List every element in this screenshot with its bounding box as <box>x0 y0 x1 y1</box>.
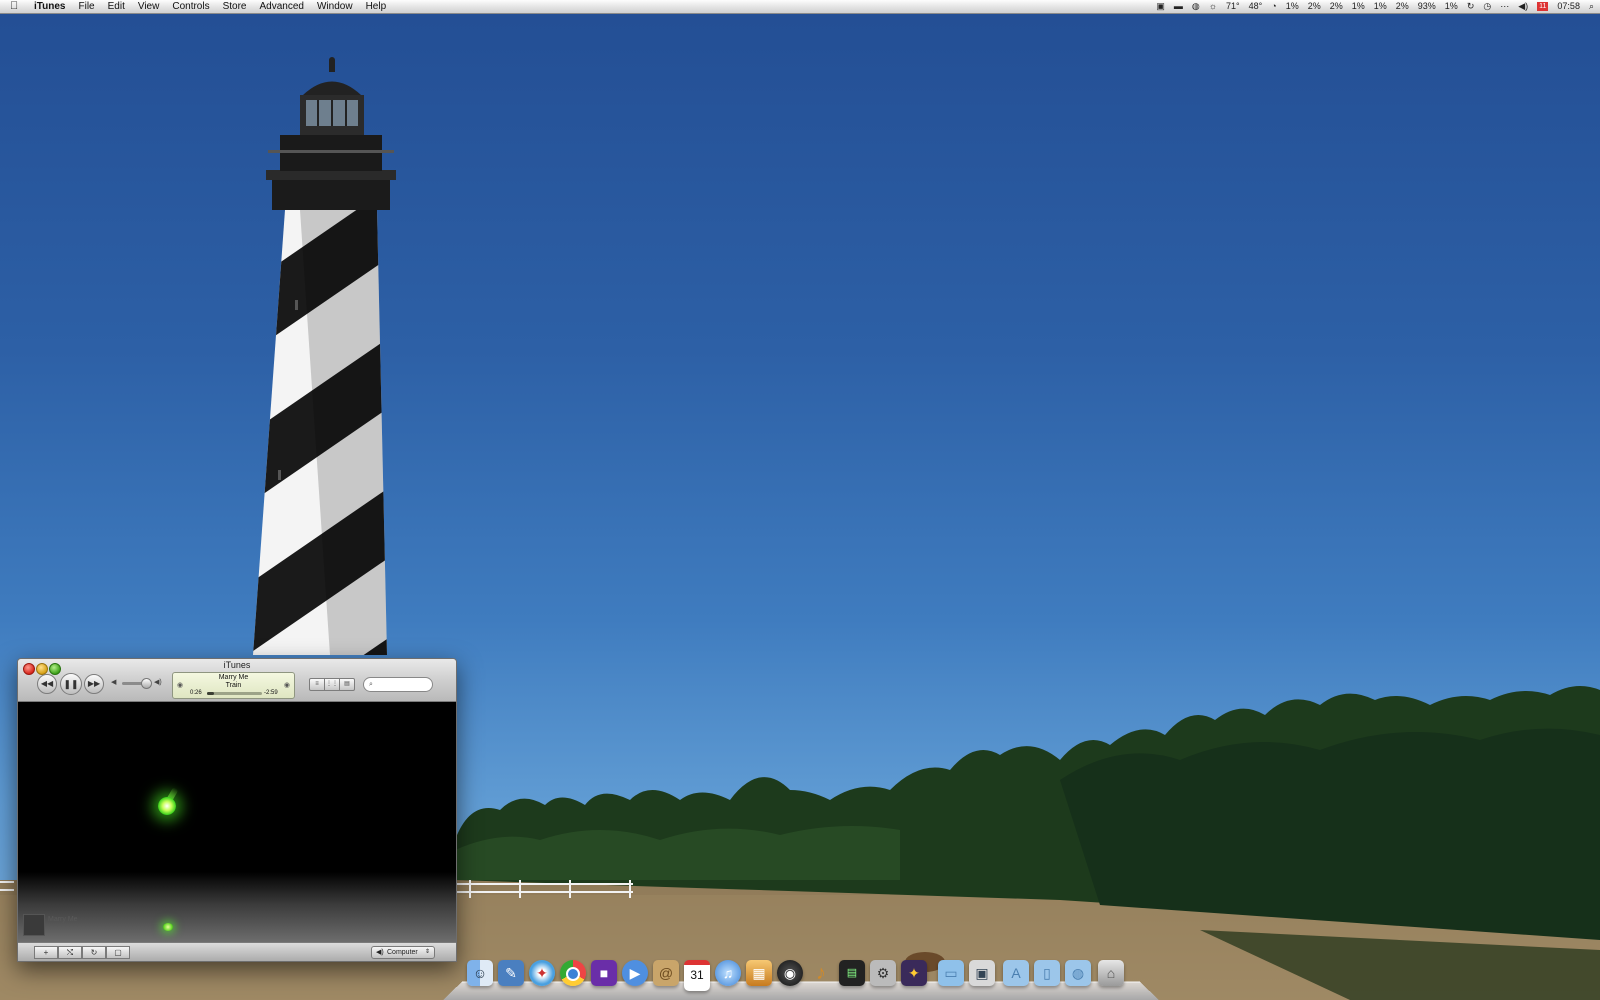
menu-view[interactable]: View <box>138 0 160 13</box>
status-menu-area: ▣ ▬ ◍ ☼ 71° 48° ◔ 1% 2% 2% 1% 1% 2% 93% … <box>1156 0 1594 13</box>
calendar-day-badge[interactable]: 11 <box>1537 2 1549 11</box>
garageband-icon[interactable]: ♪ <box>808 960 834 986</box>
playback-progress-fill <box>207 692 215 695</box>
speaker-icon: ◀) <box>376 949 384 956</box>
show-artwork-button[interactable]: ▢ <box>106 946 130 959</box>
battery-icon[interactable]: ▬ <box>1174 0 1183 13</box>
bluetooth-icon[interactable]: ⋯ <box>1500 0 1509 13</box>
visualizer-track-label: Marry Me <box>48 916 78 923</box>
itunes-window: iTunes ◀◀ ❚❚ ▶▶ ◀ ◀) ◉ ◉ Marry Me Train … <box>17 658 457 962</box>
select-arrows-icon: ⇕ <box>424 949 430 955</box>
mini-album-art <box>23 914 45 936</box>
itunes-titlebar[interactable]: iTunes ◀◀ ❚❚ ▶▶ ◀ ◀) ◉ ◉ Marry Me Train … <box>18 659 456 702</box>
utility-icon[interactable]: ⚙ <box>870 960 896 986</box>
visualizer-floor <box>18 872 456 942</box>
menu-edit[interactable]: Edit <box>108 0 125 13</box>
menu-bar:  iTunes File Edit View Controls Store A… <box>0 0 1600 14</box>
iphoto-icon[interactable]: ▦ <box>746 960 772 986</box>
time-machine-icon[interactable]: ◷ <box>1483 0 1491 13</box>
app-icon[interactable]: ■ <box>591 960 617 986</box>
menu-advanced[interactable]: Advanced <box>260 0 304 13</box>
add-playlist-button[interactable]: + <box>34 946 58 959</box>
now-playing-display[interactable]: ◉ ◉ Marry Me Train 0:26 -2:59 <box>172 672 295 699</box>
song-artist: Train <box>225 682 242 689</box>
app2-icon[interactable]: ✦ <box>901 960 927 986</box>
ical-icon[interactable]: 31 <box>684 960 710 991</box>
remaining-time: -2:59 <box>264 690 278 696</box>
previous-track-button[interactable]: ◀◀ <box>37 674 57 694</box>
repeat-button[interactable]: ↻ <box>82 946 106 959</box>
cpu-core-2[interactable]: 2% <box>1308 0 1321 13</box>
cpu-core-5[interactable]: 1% <box>1374 0 1387 13</box>
grid-view-button[interactable]: ⋮⋮ <box>324 678 340 691</box>
menu-help[interactable]: Help <box>366 0 387 13</box>
menu-store[interactable]: Store <box>223 0 247 13</box>
weather-icon[interactable]: ☼ <box>1209 0 1217 13</box>
song-title: Marry Me <box>218 674 249 681</box>
dock: ☺ ✎ ✦ ■ ▶ @ 31 ♫ ▦ ◉ ♪ ▤ ⚙ ✦ ▭ ▣ A ▯ ◍ ⌂ <box>443 958 1159 1000</box>
trash-icon[interactable]: ⌂ <box>1098 960 1124 986</box>
clock-readout[interactable]: 07:58 <box>1557 0 1580 13</box>
preview2-icon[interactable]: ▣ <box>969 960 995 986</box>
sync-icon[interactable]: ↻ <box>1467 0 1475 13</box>
volume-icon[interactable]: ◀) <box>1518 0 1528 13</box>
cpu-core-4[interactable]: 1% <box>1352 0 1365 13</box>
search-input[interactable]: ⌕ <box>363 677 433 692</box>
elapsed-time: 0:26 <box>190 690 202 696</box>
volume-slider-knob[interactable] <box>140 678 152 689</box>
pause-button[interactable]: ❚❚ <box>60 673 82 695</box>
list-view-button[interactable]: ≡ <box>309 678 325 691</box>
cpu-core-6[interactable]: 2% <box>1396 0 1409 13</box>
next-track-button[interactable]: ▶▶ <box>84 674 104 694</box>
coverflow-view-button[interactable]: ▤ <box>339 678 355 691</box>
visualizer-orb <box>158 797 176 815</box>
folder3-icon[interactable]: ◍ <box>1065 960 1091 986</box>
temperature-readout[interactable]: 71° <box>1226 0 1240 13</box>
display-icon[interactable]: ▣ <box>1156 0 1165 13</box>
search-icon: ⌕ <box>369 681 373 688</box>
speaker-output-select[interactable]: ◀) Computer ⇕ <box>371 946 435 959</box>
visualizer-area[interactable]: Marry Me <box>18 702 456 942</box>
folder-icon[interactable]: ▭ <box>938 960 964 986</box>
volume-low-icon: ◀ <box>111 679 117 686</box>
visualizer-orb-reflection <box>163 923 173 931</box>
finder-icon[interactable]: ☺ <box>467 960 493 986</box>
aperture-icon[interactable]: ◉ <box>777 960 803 986</box>
safari-icon[interactable]: ✦ <box>529 960 555 986</box>
preview-icon[interactable]: ✎ <box>498 960 524 986</box>
spotlight-search-icon[interactable]: ⌕ <box>1589 0 1594 13</box>
menu-controls[interactable]: Controls <box>172 0 209 13</box>
downloads-icon[interactable]: A <box>1003 960 1029 986</box>
playback-progress-bar[interactable] <box>207 692 262 695</box>
menu-file[interactable]: File <box>78 0 94 13</box>
ichat-icon[interactable]: ▶ <box>622 960 648 986</box>
cpu-core-3[interactable]: 2% <box>1330 0 1343 13</box>
activity-monitor-icon[interactable]: ▤ <box>839 960 865 986</box>
cpu-core-1[interactable]: 1% <box>1286 0 1299 13</box>
chrome-icon[interactable] <box>560 960 586 986</box>
temperature-secondary-readout[interactable]: 48° <box>1249 0 1263 13</box>
globe-icon[interactable]: ◍ <box>1192 0 1200 13</box>
documents-icon[interactable]: ▯ <box>1034 960 1060 986</box>
cpu-core-7[interactable]: 93% <box>1418 0 1436 13</box>
menu-window[interactable]: Window <box>317 0 353 13</box>
volume-high-icon: ◀) <box>154 679 162 686</box>
clock-gauge-icon[interactable]: ◔ <box>1271 0 1276 13</box>
itunes-icon[interactable]: ♫ <box>715 960 741 986</box>
address-book-icon[interactable]: @ <box>653 960 679 986</box>
speaker-output-label: Computer <box>387 949 418 956</box>
itunes-bottom-bar: + ⤭ ↻ ▢ ◀) Computer ⇕ <box>18 942 456 961</box>
cpu-core-8[interactable]: 1% <box>1445 0 1458 13</box>
apple-menu-icon[interactable]:  <box>10 0 24 13</box>
menu-app-name[interactable]: iTunes <box>34 0 65 13</box>
window-title: iTunes <box>223 660 251 670</box>
shuffle-button[interactable]: ⤭ <box>58 946 82 959</box>
